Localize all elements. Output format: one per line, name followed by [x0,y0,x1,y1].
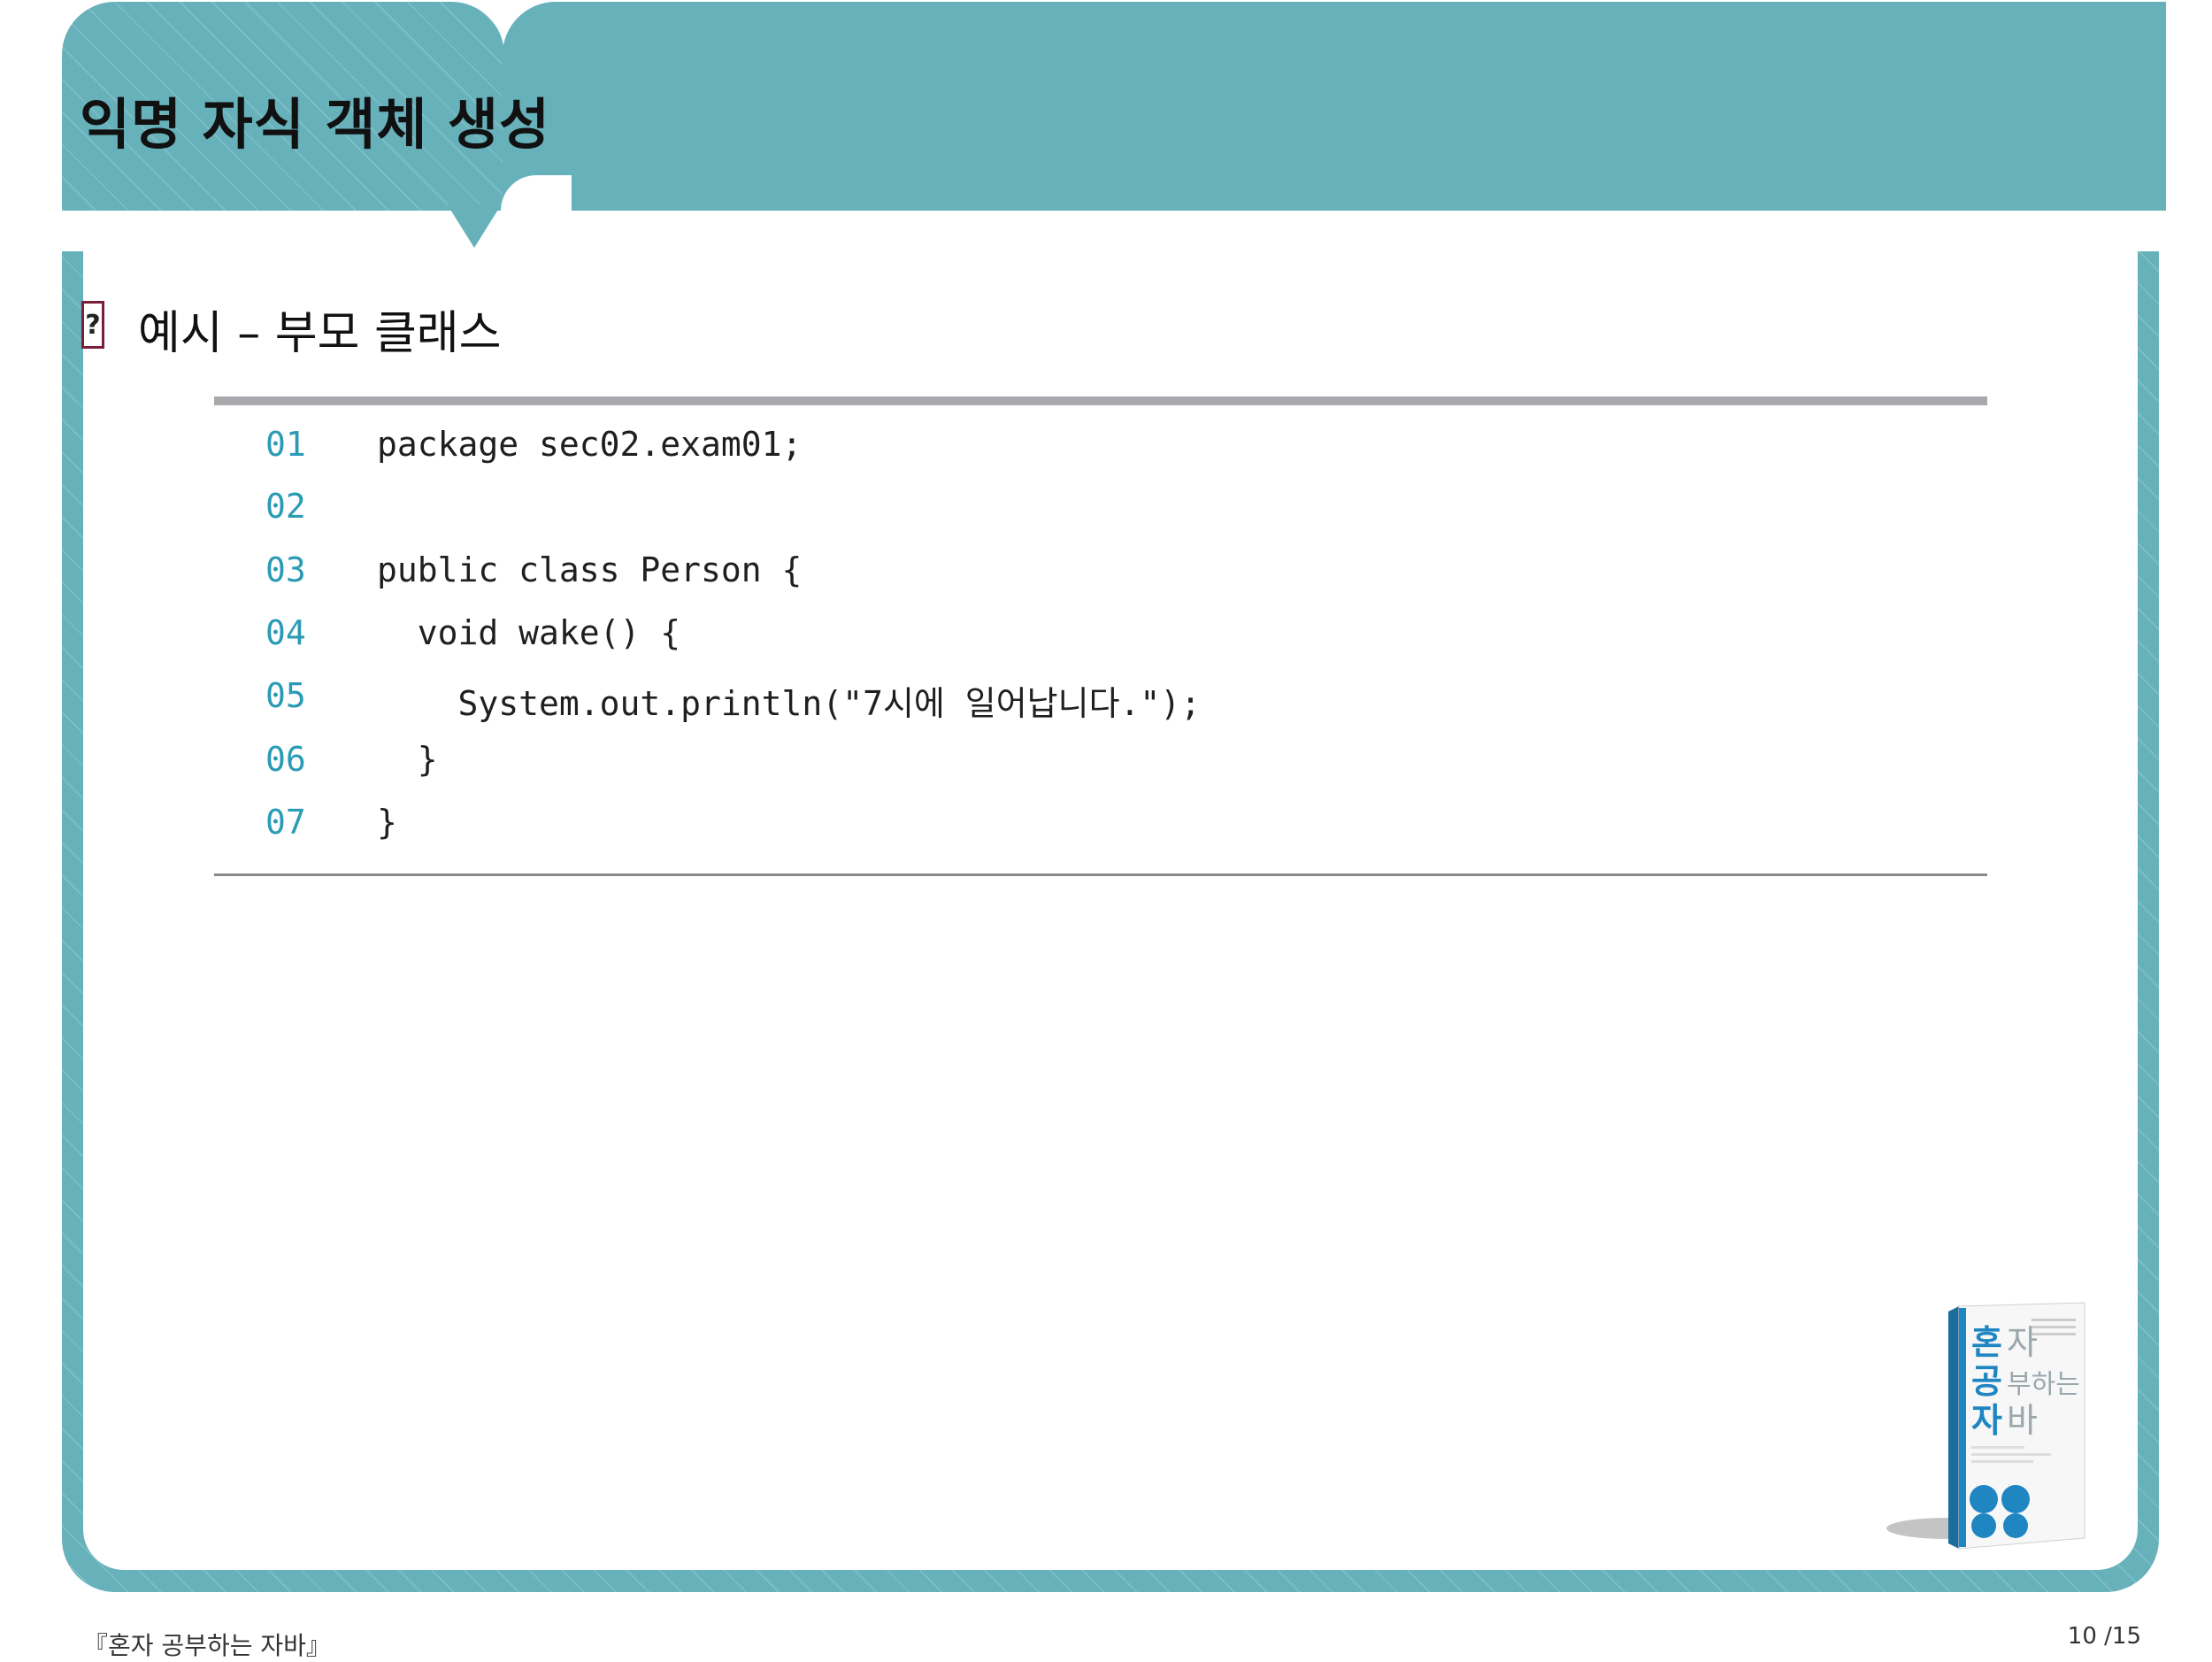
code-line: 05 System.out.println("7시에 일어납니다."); [214,676,1201,729]
book-char: 부하는 [2007,1369,2080,1400]
book-spine [1948,1306,1959,1549]
line-number: 01 [265,425,306,464]
book-cover-image: 혼 자 공 부하는 자 바 [1886,1302,2085,1550]
code-line: 03 public class Person { [214,550,802,604]
line-number: 02 [265,487,306,526]
line-code: package sec02.exam01; [377,425,803,464]
book-char: 공 [1971,1362,2002,1401]
line-number: 06 [265,740,306,779]
line-code: System.out.println("7시에 일어납니다."); [377,684,1202,723]
code-line: 02 [214,487,306,540]
line-code: } [377,803,397,842]
page-number: 10 /15 [2067,1623,2141,1650]
line-number: 05 [265,676,306,715]
code-line: 06 } [214,740,438,793]
code-line: 01 package sec02.exam01; [214,425,802,478]
book-char: 바 [2007,1401,2038,1440]
book-char: 혼 [1971,1323,2002,1362]
line-number: 07 [265,803,306,842]
question-box-icon: ? [81,301,104,349]
line-number: 03 [265,550,306,589]
line-code: } [377,740,438,779]
section-heading: 예시 – 부모 클래스 [138,307,502,360]
line-number: 04 [265,613,306,652]
header-bar [501,2,2166,211]
code-line: 04 void wake() { [214,613,680,666]
book-char: 자 [2007,1323,2038,1362]
page-title: 익명 자식 객체 생성 [80,92,551,157]
code-bottom-rule [214,873,1987,876]
header-tab-notch [448,205,501,248]
code-top-rule [214,396,1987,405]
line-code: public class Person { [377,550,803,589]
code-line: 07 } [214,803,397,856]
line-code: void wake() { [377,613,681,652]
book-stripe [1959,1308,1966,1547]
book-char: 자 [1971,1401,2002,1440]
footer-book-title: 『혼자 공부하는 자바』 [83,1631,331,1660]
